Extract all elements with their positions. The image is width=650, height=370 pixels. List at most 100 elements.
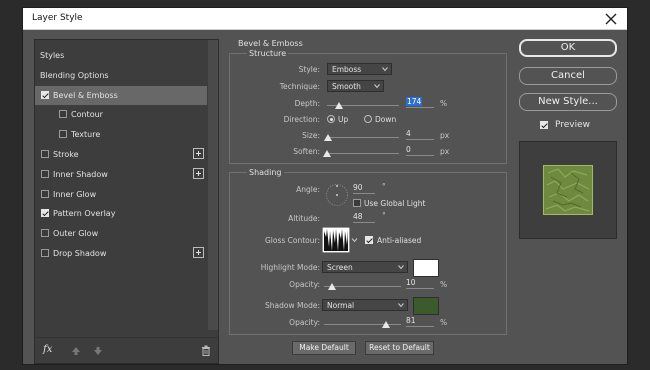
style-item-bevel-emboss[interactable]: Bevel & Emboss	[35, 85, 207, 105]
shadow-opacity-unit: %	[440, 318, 448, 327]
chevron-down-icon	[382, 67, 388, 72]
preview-frame	[519, 141, 617, 239]
style-item-contour[interactable]: Contour	[35, 105, 207, 124]
style-item-stroke[interactable]: Stroke	[35, 145, 207, 164]
reset-to-default-button[interactable]: Reset to Default	[365, 341, 434, 355]
layer-style-dialog: Layer Style Styles Blending Options Bevel …	[22, 7, 628, 365]
trash-icon[interactable]	[201, 345, 211, 356]
technique-label: Technique:	[279, 82, 320, 91]
direction-up-radio[interactable]	[327, 115, 335, 123]
dialog-title: Layer Style	[32, 13, 83, 23]
style-item-label: Stroke	[53, 150, 79, 159]
altitude-value: 48	[353, 212, 363, 221]
depth-input[interactable]: 174	[406, 97, 434, 108]
style-checkbox[interactable]	[41, 249, 49, 257]
fx-button[interactable]: fx	[43, 344, 52, 355]
style-item-blending-options[interactable]: Blending Options	[35, 66, 207, 85]
cancel-button[interactable]: Cancel	[519, 67, 617, 85]
style-item-label: Texture	[71, 130, 101, 140]
style-checkbox[interactable]	[41, 229, 49, 238]
ok-button[interactable]: OK	[519, 39, 617, 57]
title-bar: Layer Style	[23, 8, 627, 30]
size-input[interactable]: 4	[406, 129, 434, 140]
style-item-pattern-overlay[interactable]: Pattern Overlay	[35, 204, 207, 223]
style-checkbox[interactable]	[41, 209, 49, 218]
highlight-mode-dropdown[interactable]: Screen	[322, 261, 408, 273]
depth-value: 174	[406, 97, 423, 106]
soften-value: 0	[406, 145, 411, 154]
style-item-outer-glow[interactable]: Outer Glow	[35, 224, 207, 243]
highlight-opacity-unit: %	[440, 280, 448, 289]
style-checkbox[interactable]	[41, 150, 49, 158]
chevron-down-icon	[398, 303, 404, 308]
size-slider-track[interactable]	[327, 137, 399, 138]
style-checkbox[interactable]	[59, 110, 67, 119]
angle-input[interactable]: 90	[353, 183, 375, 194]
angle-label: Angle:	[296, 185, 320, 194]
style-label: Style:	[298, 65, 320, 74]
gloss-contour-label: Gloss Contour:	[264, 236, 320, 245]
move-up-icon[interactable]	[71, 346, 81, 356]
global-light-label: Use Global Light	[364, 199, 426, 208]
technique-dropdown[interactable]: Smooth	[327, 80, 384, 92]
style-item-texture[interactable]: Texture	[35, 125, 207, 144]
shadow-mode-value: Normal	[327, 301, 355, 310]
style-checkbox[interactable]	[41, 90, 49, 99]
soften-slider-track[interactable]	[327, 153, 399, 154]
chevron-down-icon	[374, 84, 380, 89]
direction-up-label: Up	[338, 115, 349, 124]
style-checkbox[interactable]	[41, 189, 49, 198]
highlight-opacity-value: 10	[406, 278, 416, 287]
gloss-contour-chevron-icon[interactable]	[351, 237, 358, 243]
settings-panel: Bevel & Emboss Structure Style: Emboss T…	[222, 39, 508, 355]
close-icon[interactable]	[603, 11, 619, 27]
angle-value: 90	[353, 183, 363, 192]
add-style-plus-icon[interactable]	[193, 167, 204, 179]
style-item-label: Pattern Overlay	[53, 209, 116, 219]
altitude-unit: °	[382, 211, 386, 220]
highlight-color-swatch[interactable]	[413, 259, 439, 277]
highlight-opacity-slider-thumb[interactable]	[327, 283, 336, 290]
style-item-styles[interactable]: Styles	[35, 46, 207, 65]
highlight-mode-value: Screen	[327, 263, 353, 272]
add-style-plus-icon[interactable]	[193, 247, 204, 258]
structure-title: Structure	[247, 49, 289, 58]
move-down-icon[interactable]	[93, 346, 103, 356]
shadow-opacity-slider-thumb[interactable]	[382, 321, 391, 328]
angle-dial[interactable]	[325, 183, 349, 207]
anti-aliased-checkbox[interactable]	[365, 236, 373, 244]
style-item-label: Contour	[71, 110, 103, 120]
altitude-input[interactable]: 48	[353, 212, 375, 223]
style-checkbox[interactable]	[41, 169, 49, 178]
size-slider-thumb[interactable]	[324, 134, 333, 141]
style-item-inner-glow[interactable]: Inner Glow	[35, 185, 207, 204]
shadow-opacity-input[interactable]: 81	[406, 316, 434, 327]
gloss-contour-thumbnail[interactable]	[322, 227, 350, 253]
styles-list-panel: Styles Blending Options Bevel & Emboss Cont…	[34, 39, 219, 364]
styles-list-scrollbar[interactable]	[208, 40, 218, 330]
style-item-drop-shadow[interactable]: Drop Shadow	[35, 244, 207, 263]
soften-unit: px	[440, 147, 450, 156]
global-light-checkbox[interactable]	[353, 199, 361, 207]
soften-input[interactable]: 0	[406, 145, 434, 156]
depth-slider-thumb[interactable]	[335, 102, 344, 109]
highlight-mode-label: Highlight Mode:	[260, 263, 320, 272]
size-value: 4	[406, 129, 411, 138]
style-checkbox[interactable]	[59, 130, 67, 139]
add-style-plus-icon[interactable]	[193, 148, 204, 159]
shadow-mode-dropdown[interactable]: Normal	[322, 299, 408, 311]
style-value: Emboss	[332, 65, 362, 74]
style-item-inner-shadow[interactable]: Inner Shadow	[35, 165, 207, 184]
highlight-opacity-input[interactable]: 10	[406, 278, 434, 289]
shadow-color-swatch[interactable]	[413, 297, 439, 315]
style-dropdown[interactable]: Emboss	[327, 63, 392, 75]
shadow-opacity-label: Opacity:	[289, 318, 320, 327]
soften-slider-thumb[interactable]	[323, 150, 331, 157]
preview-checkbox[interactable]	[540, 121, 548, 129]
direction-down-radio[interactable]	[364, 115, 372, 123]
make-default-button[interactable]: Make Default	[292, 341, 356, 355]
new-style-button[interactable]: New Style...	[519, 93, 617, 111]
style-item-label: Bevel & Emboss	[53, 90, 118, 100]
style-item-label: Blending Options	[40, 70, 109, 80]
bevel-emboss-title: Bevel & Emboss	[238, 39, 303, 48]
